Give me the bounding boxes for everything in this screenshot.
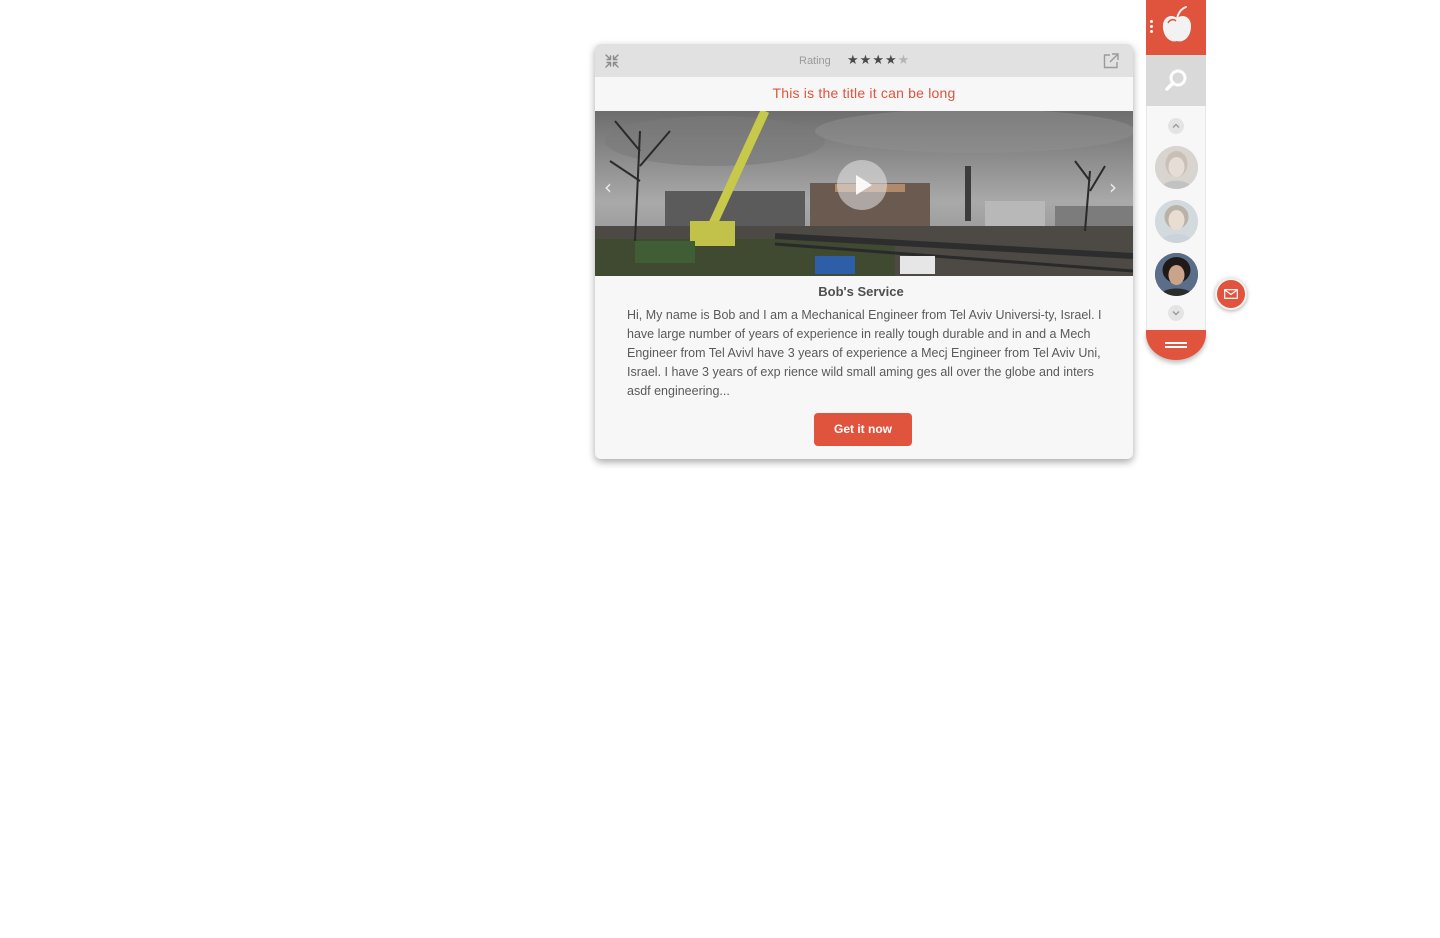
service-description: Hi, My name is Bob and I am a Mechanical…	[627, 308, 1102, 398]
chevron-down-icon[interactable]	[1168, 305, 1184, 321]
search-icon	[1165, 69, 1187, 91]
chevron-up-icon[interactable]	[1168, 118, 1184, 134]
mail-envelope-icon	[1224, 289, 1238, 299]
star-filled-icon[interactable]: ★	[860, 52, 873, 67]
menu-button[interactable]	[1146, 330, 1206, 360]
star-filled-icon[interactable]: ★	[872, 52, 885, 67]
media-image[interactable]: ‹ ›	[595, 111, 1133, 276]
service-card: Rating ★★★★★ This is the title it can be…	[595, 44, 1133, 459]
menu-lines-icon	[1165, 342, 1187, 348]
collapse-arrows-icon[interactable]	[604, 53, 620, 69]
open-external-icon[interactable]	[1102, 52, 1120, 70]
mail-button[interactable]	[1215, 278, 1247, 310]
play-icon[interactable]	[837, 160, 887, 210]
star-filled-icon[interactable]: ★	[885, 52, 898, 67]
star-filled-icon[interactable]: ★	[847, 52, 860, 67]
avatar-man-curly-hair[interactable]	[1155, 253, 1198, 296]
star-empty-icon[interactable]: ★	[898, 52, 911, 67]
get-it-now-button[interactable]: Get it now	[814, 413, 912, 446]
chevron-left-icon[interactable]: ‹	[604, 177, 620, 197]
card-header: Rating ★★★★★	[595, 44, 1133, 77]
rating-label: Rating	[799, 55, 831, 67]
rating-stars[interactable]: ★★★★★	[847, 52, 910, 68]
avatar-older-woman[interactable]	[1155, 146, 1198, 189]
logo-tile[interactable]	[1146, 0, 1206, 55]
search-button[interactable]	[1146, 55, 1206, 106]
avatar-woman[interactable]	[1155, 200, 1198, 243]
drag-dots-icon[interactable]	[1150, 20, 1154, 34]
sidebar	[1146, 0, 1206, 362]
chevron-right-icon[interactable]: ›	[1109, 177, 1125, 197]
card-title: This is the title it can be long	[595, 77, 1133, 111]
apple-logo-icon	[1162, 6, 1192, 42]
service-name: Bob's Service	[818, 284, 904, 299]
contacts-list	[1146, 106, 1206, 330]
